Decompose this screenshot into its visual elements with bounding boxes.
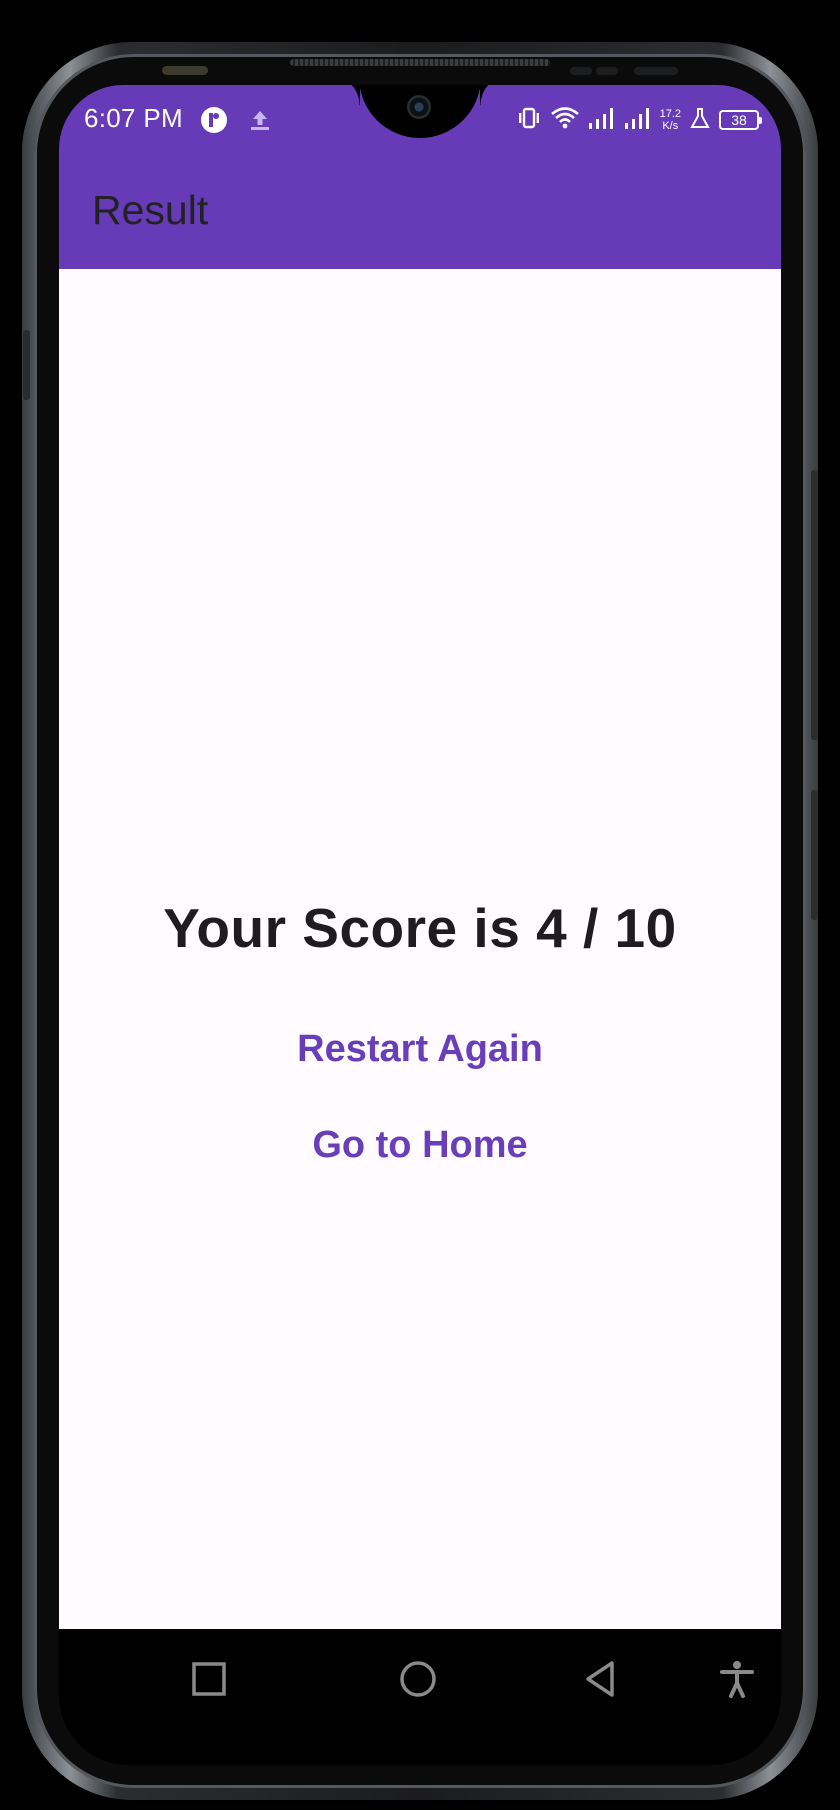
accessibility-icon[interactable] — [717, 1659, 757, 1699]
app-notification-icon — [200, 106, 228, 134]
home-icon[interactable] — [398, 1659, 438, 1699]
side-key — [23, 330, 30, 400]
device-frame: 6:07 PM 17.2 K/s 38 Result Your Score is… — [0, 0, 840, 1810]
network-speed: 17.2 K/s — [660, 108, 681, 132]
lab-icon — [689, 106, 711, 135]
screen: 6:07 PM 17.2 K/s 38 Result Your Score is… — [59, 85, 781, 1765]
sensor — [634, 67, 678, 75]
wifi-icon — [550, 105, 580, 136]
display-notch — [330, 85, 510, 138]
battery-level: 38 — [731, 112, 747, 128]
sensor — [596, 67, 618, 75]
back-icon[interactable] — [581, 1659, 621, 1699]
signal-icon — [588, 106, 616, 135]
home-button[interactable]: Go to Home — [59, 1124, 781, 1167]
score-text: Your Score is 4 / 10 — [163, 897, 677, 959]
app-bar: 6:07 PM 17.2 K/s 38 Result — [59, 85, 781, 269]
front-camera — [407, 95, 431, 119]
navigation-bar — [59, 1629, 781, 1765]
result-content: Your Score is 4 / 10 Restart Again Go to… — [59, 269, 781, 1629]
sensor — [570, 67, 592, 75]
battery-icon: 38 — [719, 110, 762, 130]
power-button — [811, 790, 818, 920]
sensor — [162, 66, 208, 75]
network-speed-value: 17.2 — [659, 108, 681, 120]
status-time: 6:07 PM — [84, 103, 183, 133]
upload-icon — [246, 106, 274, 134]
earpiece — [290, 59, 550, 66]
vibrate-icon — [516, 105, 542, 136]
recents-icon[interactable] — [189, 1659, 229, 1699]
signal-icon — [624, 106, 652, 135]
volume-button — [811, 470, 818, 740]
page-title: Result — [92, 187, 209, 233]
status-icons: 17.2 K/s 38 — [516, 103, 762, 137]
restart-button[interactable]: Restart Again — [59, 1028, 781, 1071]
network-speed-unit: K/s — [662, 120, 679, 132]
